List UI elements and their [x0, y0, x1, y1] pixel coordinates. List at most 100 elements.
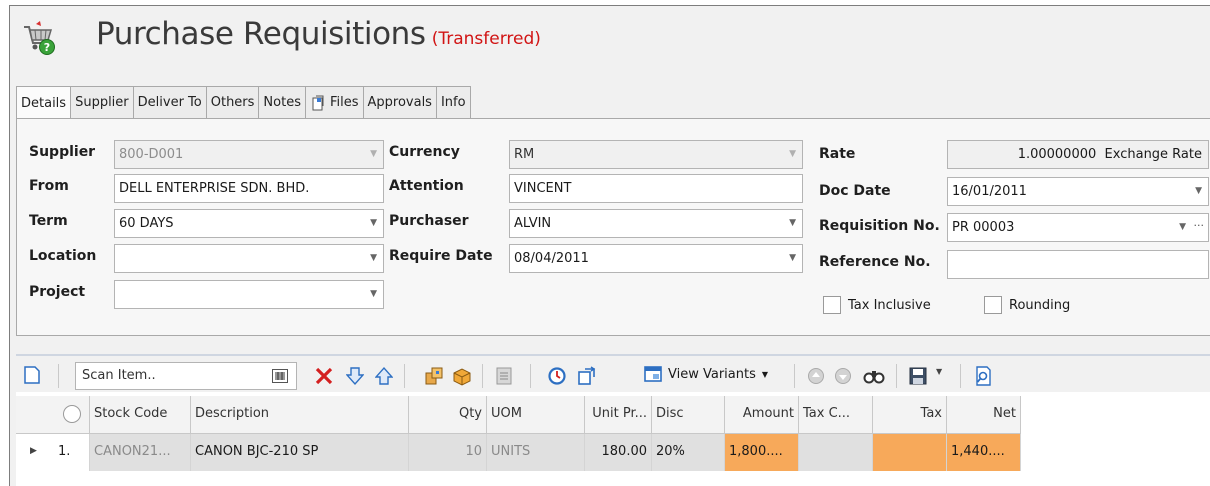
term-label: Term — [29, 213, 68, 229]
ellipsis-icon[interactable]: ··· — [1194, 214, 1205, 239]
toolbar-separator — [530, 364, 531, 388]
cell-tax[interactable] — [873, 434, 947, 471]
currency-value: RM — [514, 147, 535, 162]
toolbar-separator — [482, 364, 483, 388]
view-variants-button[interactable]: View Variants ▼ — [644, 366, 768, 382]
save-icon[interactable] — [909, 366, 927, 386]
supplier-value: 800-D001 — [119, 147, 184, 162]
tab-deliver-to-label: Deliver To — [137, 95, 202, 110]
toolbar-separator — [960, 364, 961, 388]
chevron-down-icon[interactable]: ▼ — [936, 367, 942, 376]
reference-no-label: Reference No. — [819, 254, 931, 270]
tab-approvals-label: Approvals — [367, 95, 432, 110]
document-list-icon[interactable] — [495, 366, 513, 386]
tax-inclusive-box[interactable] — [823, 296, 841, 314]
toolbar-separator — [794, 364, 795, 388]
tab-info[interactable]: Info — [436, 86, 471, 119]
attention-label: Attention — [389, 178, 464, 194]
rate-field[interactable]: 1.00000000 Exchange Rate — [947, 140, 1209, 169]
move-up-icon[interactable] — [375, 366, 393, 386]
purchaser-field[interactable]: ALVIN ▼ — [509, 209, 803, 238]
rounding-box[interactable] — [984, 296, 1002, 314]
binoculars-icon[interactable] — [863, 366, 885, 386]
col-unit-price[interactable]: Unit Pr... — [585, 396, 652, 434]
view-variants-label: View Variants — [668, 366, 756, 382]
details-form: Supplier 800-D001 ▼ From DELL ENTERPRISE … — [16, 119, 1210, 336]
row-indicator-icon: ▶ — [16, 434, 54, 471]
col-description[interactable]: Description — [191, 396, 409, 434]
tax-inclusive-checkbox[interactable]: Tax Inclusive — [823, 296, 931, 314]
col-qty[interactable]: Qty — [409, 396, 487, 434]
grid-header: Stock Code Description Qty UOM Unit Pr..… — [16, 396, 1021, 434]
move-down-icon[interactable] — [346, 366, 364, 386]
chevron-down-icon: ▼ — [789, 149, 796, 159]
chevron-down-icon: ▼ — [1179, 222, 1186, 232]
reference-no-field[interactable] — [947, 250, 1209, 279]
term-value: 60 DAYS — [119, 216, 174, 231]
move-down-circle-icon[interactable] — [834, 366, 852, 386]
box-icon[interactable] — [452, 366, 472, 386]
new-document-icon[interactable] — [23, 365, 41, 385]
require-date-field[interactable]: 08/04/2011 ▼ — [509, 244, 803, 273]
from-field[interactable]: DELL ENTERPRISE SDN. BHD. — [114, 174, 384, 203]
history-icon[interactable] — [547, 366, 567, 386]
from-value: DELL ENTERPRISE SDN. BHD. — [119, 181, 310, 196]
cell-net[interactable]: 1,440.... — [947, 434, 1021, 471]
cell-description[interactable]: CANON BJC-210 SP — [191, 434, 409, 471]
rounding-checkbox[interactable]: Rounding — [984, 296, 1070, 314]
page-title-text: Purchase Requisitions — [96, 16, 426, 52]
cell-unit-price[interactable]: 180.00 — [585, 434, 652, 471]
project-field[interactable]: ▼ — [114, 280, 384, 309]
cell-disc[interactable]: 20% — [652, 434, 725, 471]
scan-item-input[interactable]: Scan Item.. — [75, 362, 297, 390]
chevron-down-icon: ▼ — [1195, 186, 1202, 196]
cell-tax-code[interactable] — [799, 434, 873, 471]
col-amount[interactable]: Amount — [725, 396, 799, 434]
col-uom[interactable]: UOM — [487, 396, 585, 434]
attention-field[interactable]: VINCENT — [509, 174, 803, 203]
requisition-no-label: Requisition No. — [819, 218, 940, 234]
location-field[interactable]: ▼ — [114, 244, 384, 273]
requisition-no-field[interactable]: PR 00003 ▼ ··· — [947, 213, 1209, 242]
tab-others[interactable]: Others — [206, 86, 260, 119]
col-net[interactable]: Net — [947, 396, 1021, 434]
currency-field[interactable]: RM ▼ — [509, 140, 803, 169]
cell-amount[interactable]: 1,800.... — [725, 434, 799, 471]
col-tax-code[interactable]: Tax C... — [799, 396, 873, 434]
col-tax[interactable]: Tax — [873, 396, 947, 434]
tab-bar: Details Supplier Deliver To Others Notes… — [16, 86, 471, 120]
delete-icon[interactable] — [314, 366, 334, 386]
select-all-radio[interactable] — [54, 396, 90, 434]
tab-supplier[interactable]: Supplier — [71, 86, 134, 119]
radio-circle-icon — [62, 404, 81, 423]
tab-details[interactable]: Details — [16, 86, 72, 120]
copy-to-icon[interactable] — [577, 366, 597, 386]
tab-supplier-label: Supplier — [75, 95, 129, 110]
col-stock-code[interactable]: Stock Code — [90, 396, 191, 434]
rounding-label: Rounding — [1009, 297, 1071, 313]
grid-header-spacer — [16, 396, 54, 434]
page-title: Purchase Requisitions (Transferred) — [96, 16, 541, 52]
project-label: Project — [29, 284, 86, 300]
term-field[interactable]: 60 DAYS ▼ — [114, 209, 384, 238]
from-label: From — [29, 178, 69, 194]
shopping-cart-help-icon: ? — [24, 21, 55, 55]
cell-qty[interactable]: 10 — [409, 434, 487, 471]
item-package-icon[interactable] — [424, 366, 444, 386]
col-disc[interactable]: Disc — [652, 396, 725, 434]
table-row[interactable]: ▶ 1. CANON21... CANON BJC-210 SP 10 UNIT… — [16, 434, 1021, 471]
doc-date-field[interactable]: 16/01/2011 ▼ — [947, 177, 1209, 206]
tab-notes[interactable]: Notes — [259, 86, 306, 119]
cell-stock-code[interactable]: CANON21... — [90, 434, 191, 471]
tab-approvals[interactable]: Approvals — [363, 86, 437, 119]
preview-icon[interactable] — [974, 366, 992, 386]
chevron-down-icon: ▼ — [789, 218, 796, 228]
tab-deliver-to[interactable]: Deliver To — [133, 86, 207, 119]
supplier-field[interactable]: 800-D001 ▼ — [114, 140, 384, 169]
scan-item-placeholder: Scan Item.. — [82, 368, 156, 383]
row-number: 1. — [54, 434, 90, 471]
tab-files[interactable]: Files — [305, 86, 364, 119]
move-up-circle-icon[interactable] — [807, 366, 825, 386]
header: ? Purchase Requisitions (Transferred) — [10, 6, 1210, 76]
cell-uom[interactable]: UNITS — [487, 434, 585, 471]
